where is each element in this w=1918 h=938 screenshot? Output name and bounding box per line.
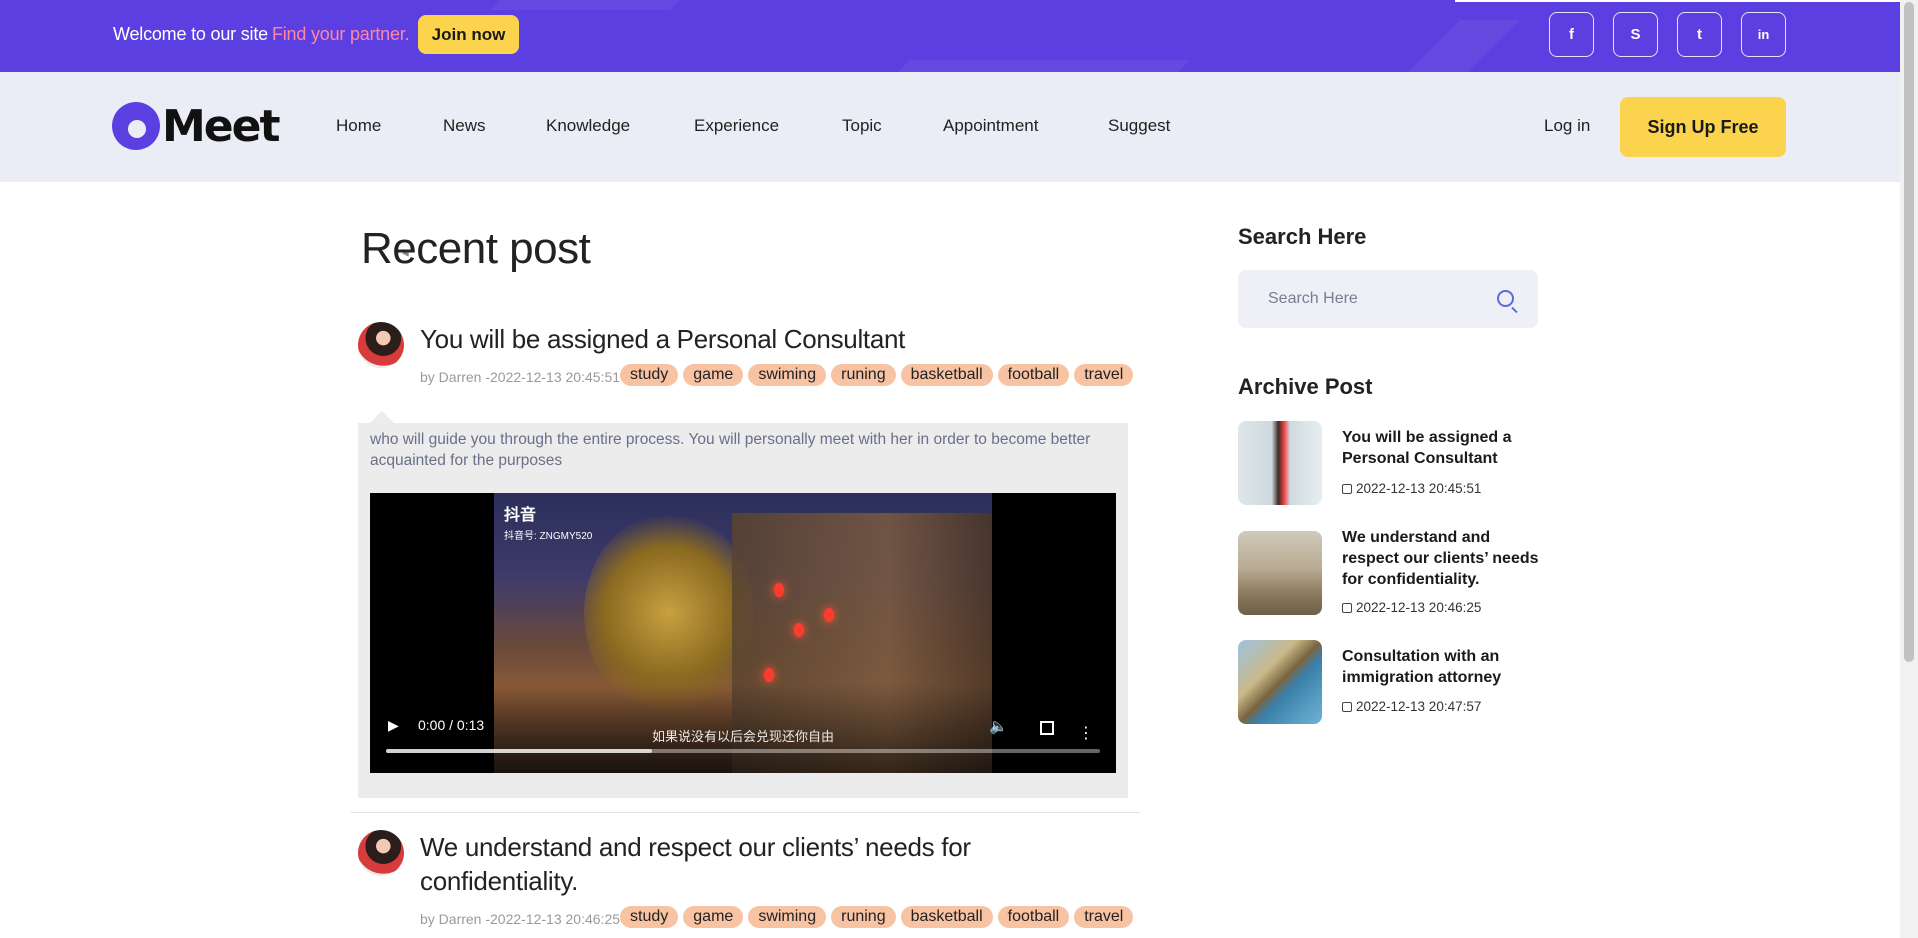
video-watermark: 抖音 bbox=[504, 507, 537, 524]
page-title: Recent post bbox=[361, 224, 591, 273]
more-options-icon[interactable]: ⋮ bbox=[1078, 726, 1094, 742]
post-meta: by Darren -2022-12-13 20:46:25 study gam… bbox=[420, 906, 1140, 932]
tag-study[interactable]: study bbox=[620, 906, 679, 928]
post-meta: by Darren -2022-12-13 20:45:51 study gam… bbox=[420, 364, 1180, 390]
welcome-label: Welcome to our site bbox=[113, 24, 268, 44]
post-byline: by Darren -2022-12-13 20:46:25 bbox=[420, 911, 621, 927]
nav-experience[interactable]: Experience bbox=[694, 116, 779, 136]
tag-game[interactable]: game bbox=[683, 906, 744, 928]
tag-football[interactable]: football bbox=[997, 906, 1070, 928]
author-avatar[interactable] bbox=[358, 830, 404, 876]
tag-football[interactable]: football bbox=[997, 364, 1070, 386]
tag-swiming[interactable]: swiming bbox=[748, 906, 827, 928]
calendar-icon bbox=[1342, 702, 1352, 712]
archive-thumbnail[interactable] bbox=[1238, 640, 1322, 724]
search-box bbox=[1238, 270, 1538, 328]
archive-date: 2022-12-13 20:46:25 bbox=[1342, 600, 1481, 615]
facebook-icon[interactable]: f bbox=[1549, 12, 1594, 57]
video-player[interactable]: 抖音 抖音号: ZNGMY520 ▶ 0:00 / 0:13 如果说没有以后会兑… bbox=[370, 493, 1116, 773]
fullscreen-icon[interactable] bbox=[1040, 721, 1054, 735]
post-title[interactable]: We understand and respect our clients’ n… bbox=[420, 830, 1060, 898]
post-excerpt: who will guide you through the entire pr… bbox=[370, 431, 1091, 469]
volume-icon[interactable]: 🔈 bbox=[989, 717, 1008, 735]
post-byline: by Darren -2022-12-13 20:45:51 bbox=[420, 369, 621, 385]
post-content-box: who will guide you through the entire pr… bbox=[358, 411, 1128, 798]
tag-travel[interactable]: travel bbox=[1074, 364, 1134, 386]
calendar-icon bbox=[1342, 484, 1352, 494]
nav-home[interactable]: Home bbox=[336, 116, 381, 136]
nav-topic[interactable]: Topic bbox=[842, 116, 882, 136]
video-watermark-id: 抖音号: ZNGMY520 bbox=[504, 531, 593, 542]
twitter-icon[interactable]: t bbox=[1677, 12, 1722, 57]
skype-icon[interactable]: S bbox=[1613, 12, 1658, 57]
tag-game[interactable]: game bbox=[683, 364, 744, 386]
top-announcement-bar: Welcome to our site Find your partner. Jo… bbox=[0, 0, 1900, 72]
archive-title[interactable]: You will be assigned a Personal Consulta… bbox=[1342, 427, 1542, 469]
logo-text: Meet bbox=[162, 100, 281, 152]
archive-heading: Archive Post bbox=[1238, 374, 1373, 399]
post-card: We understand and respect our clients’ n… bbox=[350, 828, 1140, 938]
archive-date: 2022-12-13 20:47:57 bbox=[1342, 699, 1481, 714]
welcome-text: Welcome to our site Find your partner. bbox=[113, 24, 410, 45]
archive-thumbnail[interactable] bbox=[1238, 421, 1322, 505]
site-logo[interactable]: Meet bbox=[112, 100, 281, 152]
archive-date: 2022-12-13 20:45:51 bbox=[1342, 481, 1481, 496]
page-scrollbar[interactable] bbox=[1900, 0, 1918, 938]
post-card: You will be assigned a Personal Consulta… bbox=[350, 320, 1140, 800]
tag-travel[interactable]: travel bbox=[1074, 906, 1134, 928]
tag-swiming[interactable]: swiming bbox=[748, 364, 827, 386]
tag-runing[interactable]: runing bbox=[831, 906, 896, 928]
scrollbar-thumb[interactable] bbox=[1904, 2, 1914, 662]
tag-basketball[interactable]: basketball bbox=[900, 906, 993, 928]
archive-thumbnail[interactable] bbox=[1238, 531, 1322, 615]
archive-item[interactable]: We understand and respect our clients’ n… bbox=[1238, 529, 1548, 617]
tag-study[interactable]: study bbox=[620, 364, 679, 386]
archive-title[interactable]: We understand and respect our clients’ n… bbox=[1342, 527, 1542, 590]
logo-mark-icon bbox=[112, 102, 160, 150]
video-progress-bar[interactable] bbox=[386, 749, 1100, 753]
login-link[interactable]: Log in bbox=[1544, 116, 1590, 136]
nav-suggest[interactable]: Suggest bbox=[1108, 116, 1170, 136]
author-avatar[interactable] bbox=[358, 322, 404, 368]
sign-up-button[interactable]: Sign Up Free bbox=[1620, 97, 1786, 157]
linkedin-icon[interactable]: in bbox=[1741, 12, 1786, 57]
search-heading: Search Here bbox=[1238, 224, 1367, 249]
archive-item[interactable]: Consultation with an immigration attorne… bbox=[1238, 640, 1548, 726]
find-partner-link[interactable]: Find your partner. bbox=[272, 24, 410, 44]
main-navbar: Meet Home News Knowledge Experience Topi… bbox=[0, 72, 1900, 182]
nav-appointment[interactable]: Appointment bbox=[943, 116, 1038, 136]
tag-basketball[interactable]: basketball bbox=[900, 364, 993, 386]
search-input[interactable] bbox=[1238, 270, 1488, 328]
join-now-button[interactable]: Join now bbox=[418, 15, 519, 54]
calendar-icon bbox=[1342, 603, 1352, 613]
nav-news[interactable]: News bbox=[443, 116, 486, 136]
post-title[interactable]: You will be assigned a Personal Consulta… bbox=[420, 324, 905, 355]
archive-title[interactable]: Consultation with an immigration attorne… bbox=[1342, 646, 1542, 688]
post-divider bbox=[350, 812, 1140, 813]
search-icon[interactable] bbox=[1497, 290, 1514, 307]
archive-item[interactable]: You will be assigned a Personal Consulta… bbox=[1238, 421, 1548, 507]
tag-runing[interactable]: runing bbox=[831, 364, 896, 386]
nav-knowledge[interactable]: Knowledge bbox=[546, 116, 630, 136]
